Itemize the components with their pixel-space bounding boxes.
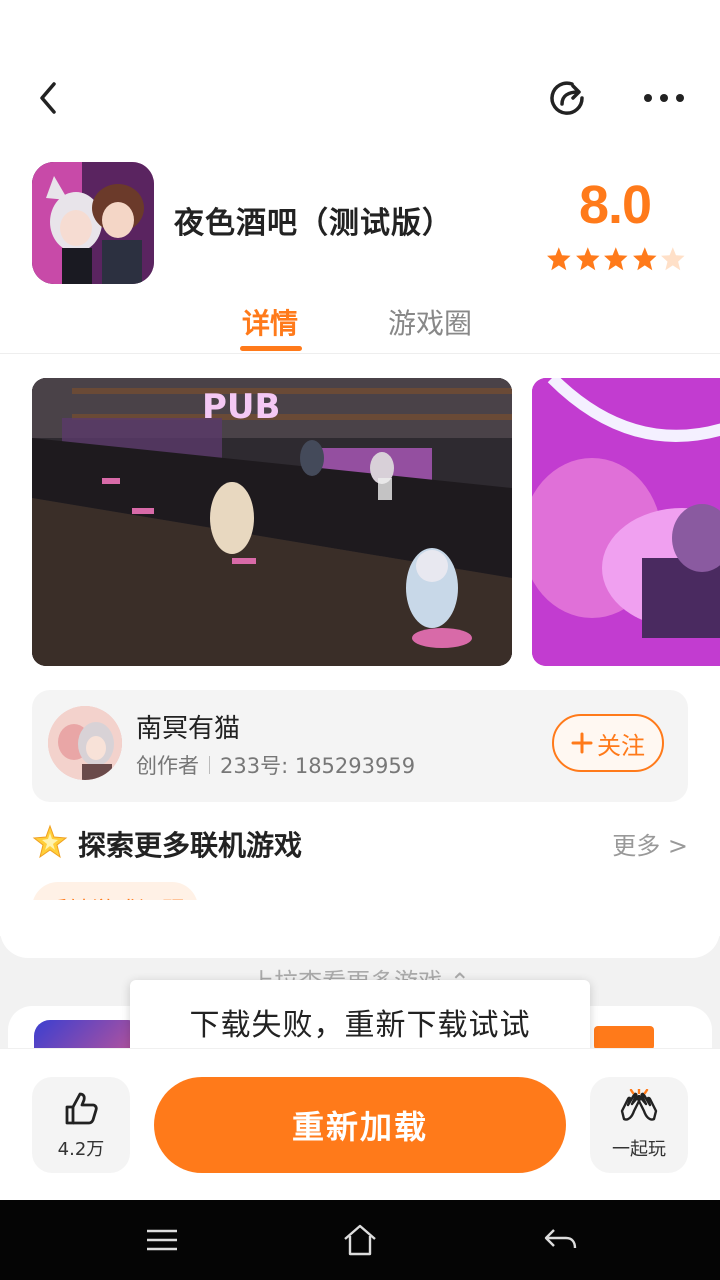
plus-icon bbox=[571, 732, 593, 754]
app-icon bbox=[32, 162, 154, 284]
thumbs-up-icon bbox=[65, 1092, 98, 1125]
rating-score: 8.0 bbox=[578, 175, 652, 235]
explore-more-link[interactable]: 更多 > bbox=[612, 826, 688, 861]
play-together-button[interactable]: 一起玩 bbox=[590, 1077, 688, 1173]
menu-icon bbox=[147, 1229, 177, 1251]
home-icon bbox=[344, 1224, 376, 1256]
top-bar bbox=[0, 0, 720, 150]
back-arrow-icon bbox=[544, 1229, 577, 1249]
high-five-icon bbox=[620, 1089, 658, 1121]
screenshot-gallery[interactable]: PUB bbox=[0, 378, 720, 668]
creator-avatar[interactable] bbox=[48, 706, 122, 780]
share-icon bbox=[550, 81, 584, 115]
play-together-label: 一起玩 bbox=[612, 1139, 666, 1160]
follow-label: 关注 bbox=[597, 731, 645, 760]
tab-details[interactable]: 详情 bbox=[242, 302, 298, 342]
nav-back-button[interactable] bbox=[540, 1220, 580, 1260]
chevron-left-icon bbox=[40, 82, 56, 114]
detail-panel-edge bbox=[0, 900, 720, 958]
star-full-icon bbox=[575, 247, 600, 271]
bottom-action-bar: 4.2万 重新加载 一起玩 bbox=[0, 1048, 720, 1200]
creator-name: 南冥有猫 bbox=[136, 714, 241, 744]
game-screenshot[interactable] bbox=[532, 378, 720, 666]
reload-button[interactable]: 重新加载 bbox=[154, 1077, 566, 1173]
explore-section: 探索更多联机游戏 更多 > bbox=[32, 820, 688, 870]
like-count: 4.2万 bbox=[57, 1139, 105, 1160]
app-header: 夜色酒吧（测试版） 8.0 bbox=[0, 160, 720, 290]
explore-title: 探索更多联机游戏 bbox=[78, 829, 303, 862]
like-button[interactable]: 4.2万 bbox=[32, 1077, 130, 1173]
tab-bar: 详情 游戏圈 bbox=[0, 298, 720, 354]
creator-card[interactable]: 南冥有猫 创作者 233号: 185293959 关注 bbox=[32, 690, 688, 802]
more-button[interactable] bbox=[636, 72, 692, 124]
star-full-icon bbox=[547, 247, 571, 271]
sparkle-star-icon bbox=[32, 824, 68, 859]
creator-role: 创作者 bbox=[136, 754, 199, 778]
tab-game-circle[interactable]: 游戏圈 bbox=[388, 302, 472, 342]
star-full-icon bbox=[604, 247, 628, 271]
creator-meta: 创作者 233号: 185293959 bbox=[136, 750, 415, 780]
more-dots-icon bbox=[644, 94, 684, 102]
next-game-score-badge bbox=[594, 1026, 654, 1050]
star-empty-icon bbox=[661, 247, 685, 271]
system-nav-bar bbox=[0, 1200, 720, 1280]
nav-home-button[interactable] bbox=[340, 1220, 380, 1260]
app-title: 夜色酒吧（测试版） bbox=[174, 206, 453, 241]
rating-stars bbox=[546, 246, 686, 278]
follow-button[interactable]: 关注 bbox=[552, 714, 664, 772]
nav-menu-button[interactable] bbox=[142, 1220, 182, 1260]
creator-id: 233号: 185293959 bbox=[220, 754, 416, 778]
back-button[interactable] bbox=[24, 72, 72, 124]
tab-indicator bbox=[240, 346, 302, 351]
game-screenshot[interactable]: PUB bbox=[32, 378, 512, 666]
share-button[interactable] bbox=[540, 72, 596, 124]
divider bbox=[209, 756, 210, 774]
star-full-icon bbox=[632, 247, 657, 271]
